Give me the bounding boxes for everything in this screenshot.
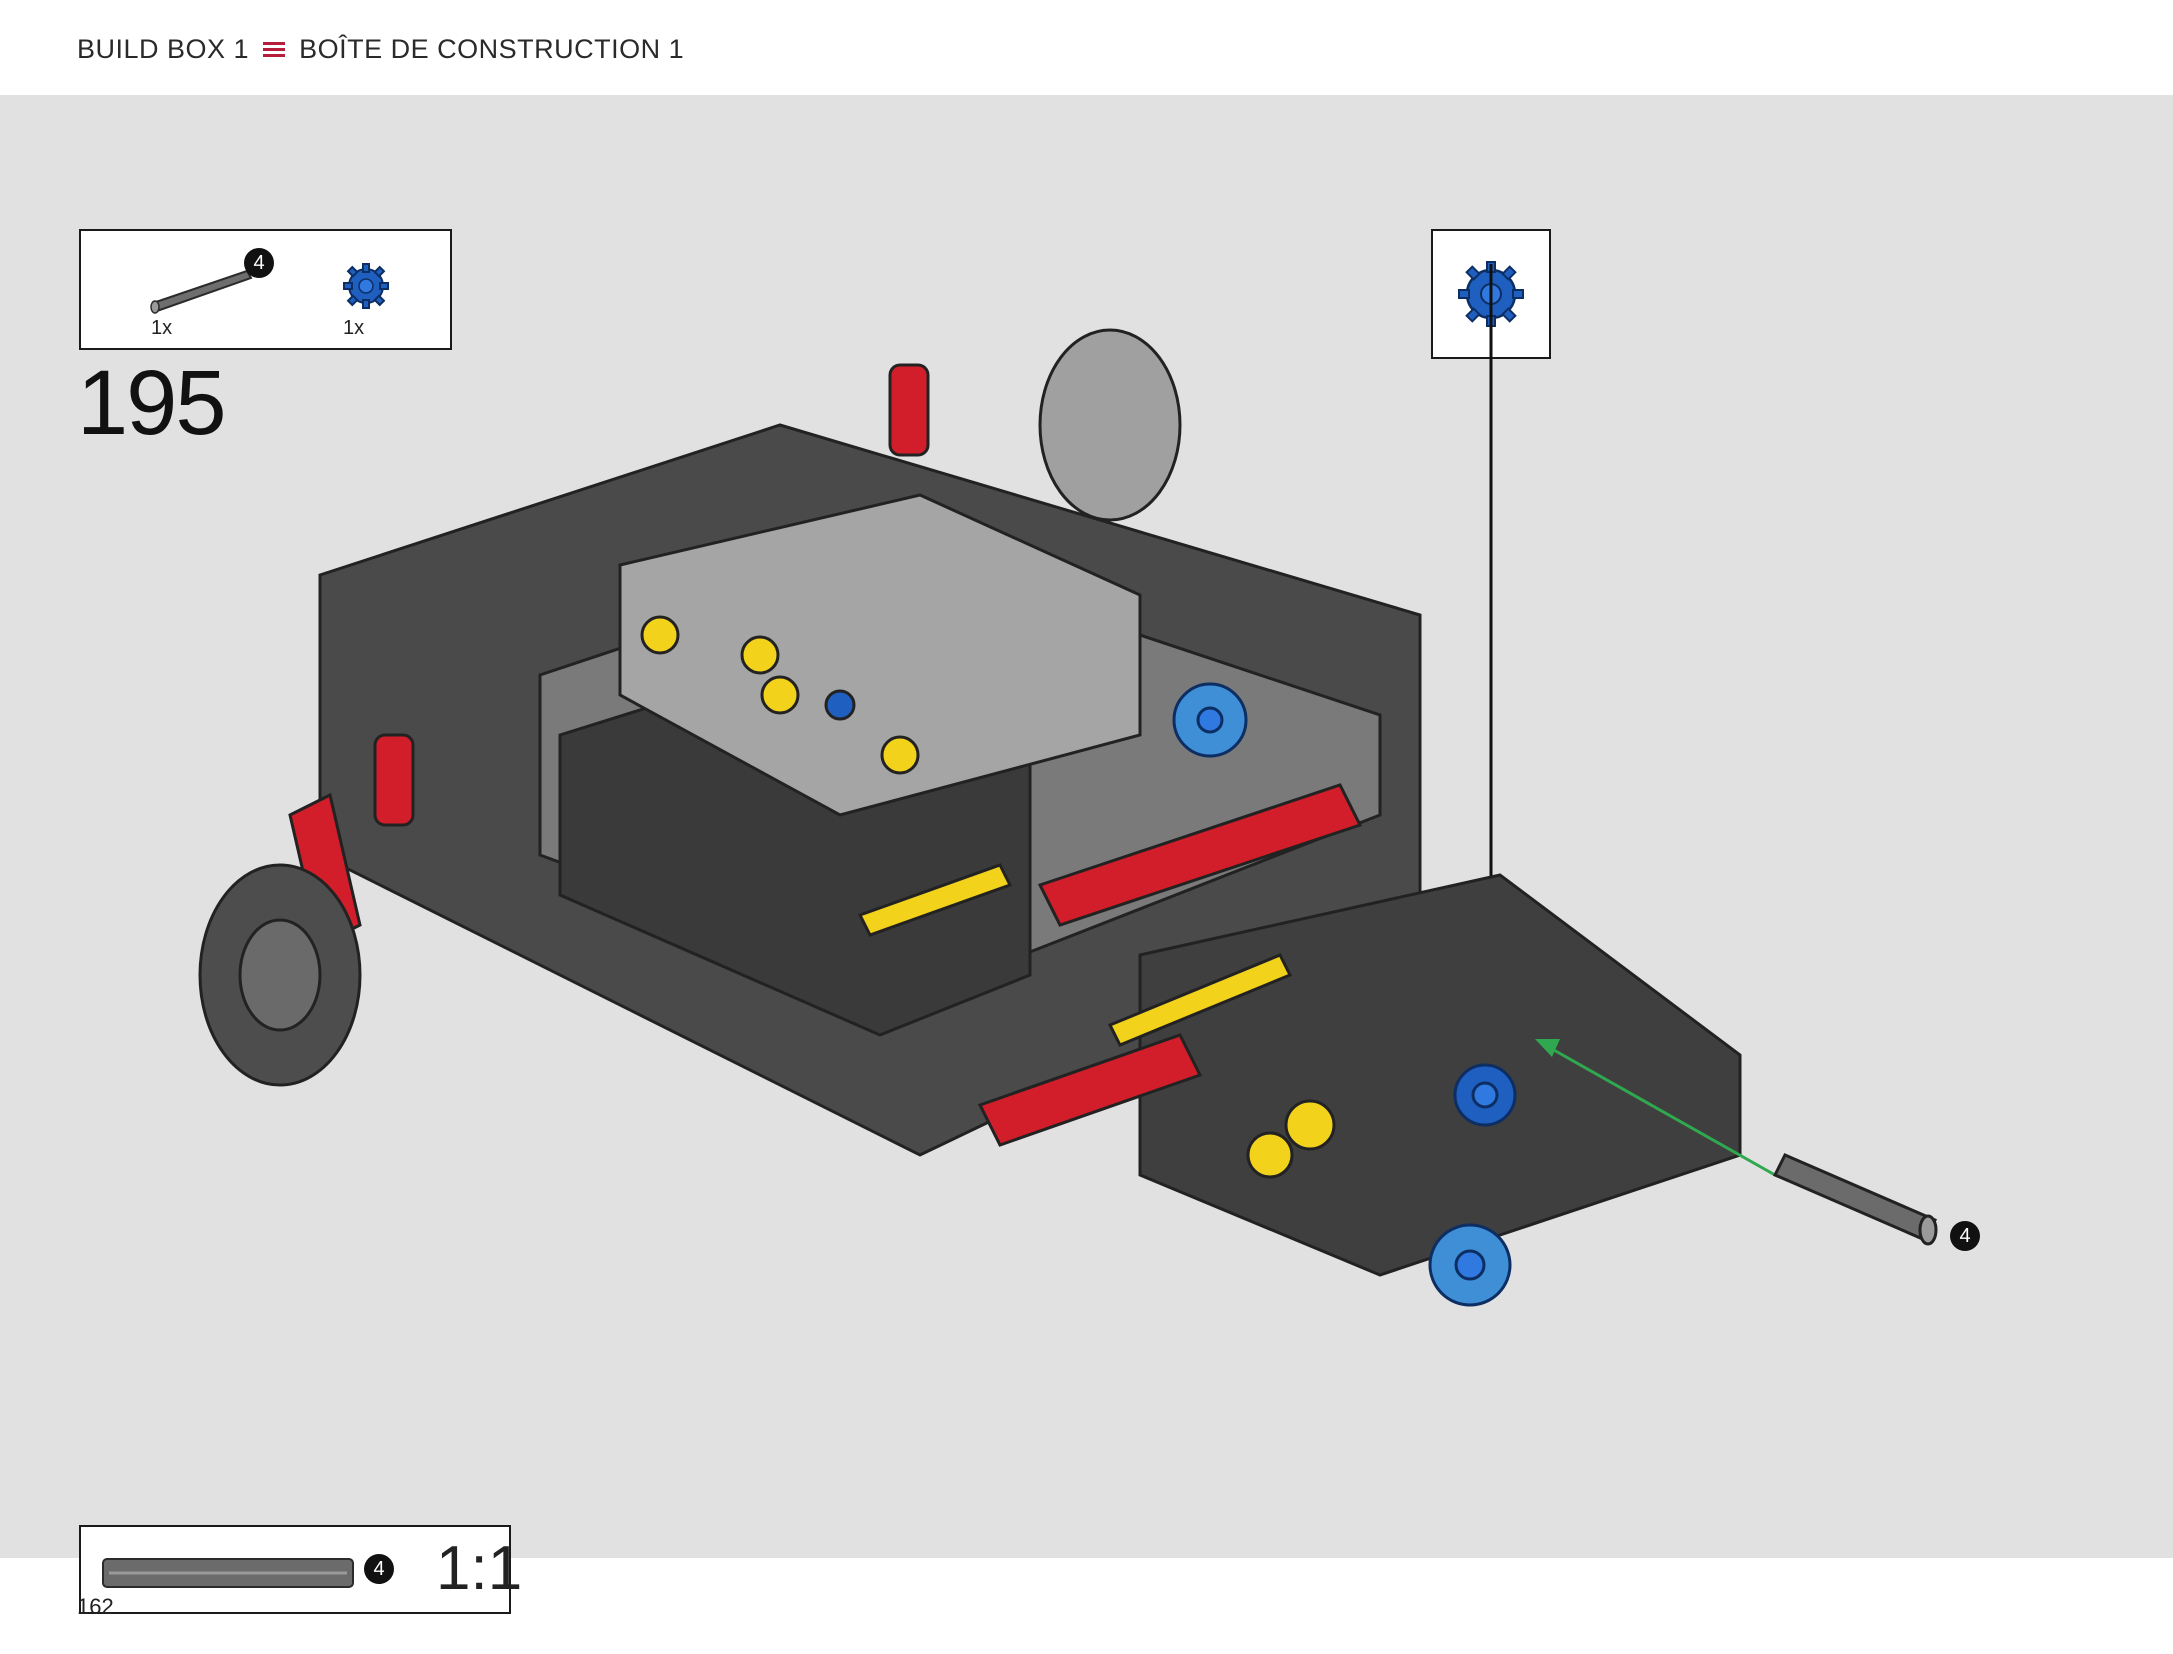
header-title-english: BUILD BOX 1 — [77, 34, 250, 64]
model-illustration — [198, 264, 1938, 1307]
scale-label: 1:1 — [436, 1534, 523, 1603]
assembly-axle-length-badge: 4 — [1950, 1221, 1980, 1251]
scale-length-badge: 4 — [364, 1554, 394, 1584]
menu-icon — [263, 41, 286, 58]
scale-check-box: 4 1:1 — [79, 1525, 522, 1614]
header-title-french: BOÎTE DE CONSTRUCTION 1 — [299, 34, 685, 64]
blue-gear-upper — [1172, 682, 1248, 758]
header-title: BUILD BOX 1 BOÎTE DE CONSTRUCTION 1 — [77, 34, 684, 65]
page-header: BUILD BOX 1 BOÎTE DE CONSTRUCTION 1 — [0, 0, 2173, 95]
page-number: 162 — [77, 1594, 114, 1619]
blue-gear-installed — [1453, 1063, 1517, 1127]
rear-wheel-hub — [1038, 328, 1182, 522]
instruction-stage: 4 1x 1x 195 4 4 1:1 — [0, 95, 2173, 1614]
blue-gear-lower — [1428, 1223, 1512, 1307]
insert-axle — [1772, 1153, 1938, 1246]
wheel-hub — [198, 863, 362, 1087]
